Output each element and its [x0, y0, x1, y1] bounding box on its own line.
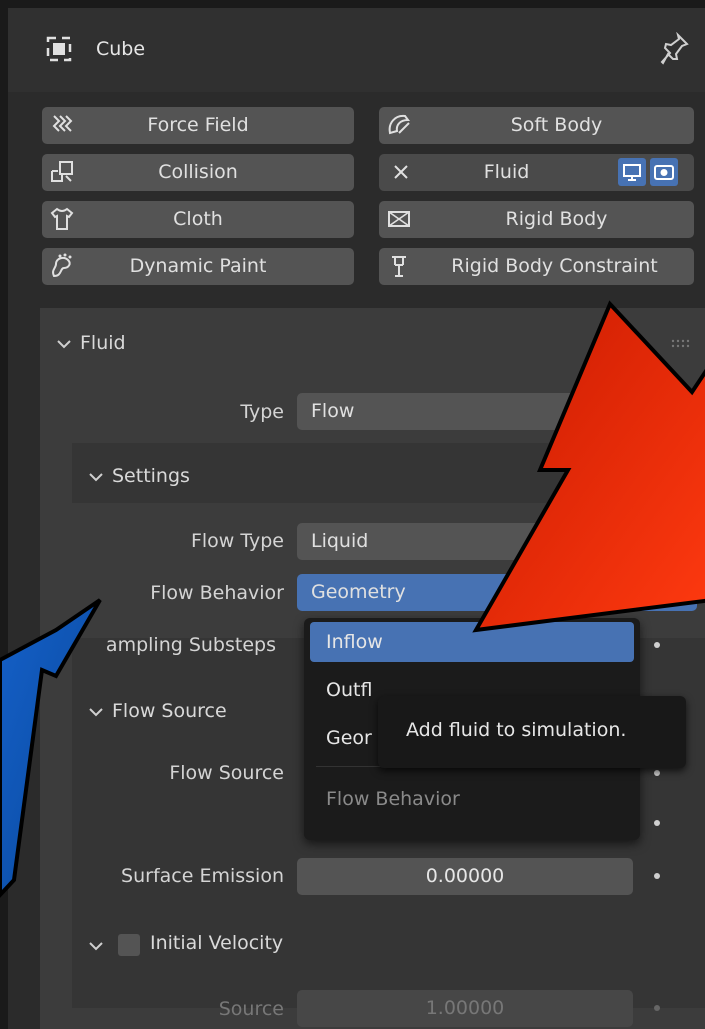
- annotation-overlay: [0, 300, 705, 898]
- blue-arrow-icon: [0, 598, 102, 898]
- red-arrow-icon: [472, 300, 705, 633]
